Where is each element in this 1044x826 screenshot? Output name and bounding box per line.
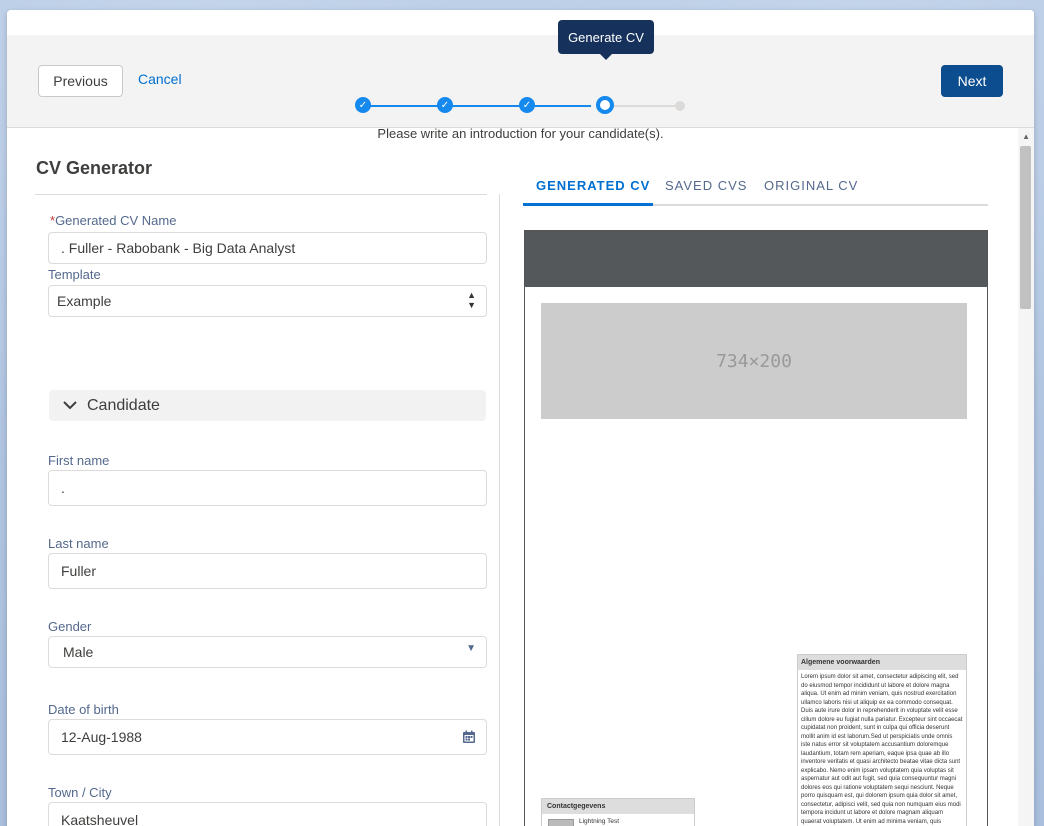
gender-select-value: Male: [63, 644, 94, 660]
calendar-icon[interactable]: [462, 730, 476, 747]
wizard-header: Previous Cancel ✓ ✓ ✓ Please write an in…: [7, 35, 1034, 141]
first-name-label: First name: [48, 453, 110, 468]
modal-top-bar: [7, 10, 1034, 35]
terms-title: Algemene voorwaarden: [798, 655, 966, 670]
cv-tabs: GENERATED CV SAVED CVS ORIGINAL CV: [523, 166, 988, 206]
scrollbar[interactable]: ▲: [1018, 128, 1034, 826]
step-4-active-icon[interactable]: [596, 96, 614, 114]
tab-original-cv[interactable]: ORIGINAL CV: [764, 178, 858, 193]
dob-value: 12-Aug-1988: [61, 729, 142, 745]
candidate-section-header[interactable]: Candidate: [49, 390, 486, 421]
template-select[interactable]: Example ▲ ▼: [48, 285, 487, 317]
town-input[interactable]: Kaatsheuvel: [48, 802, 487, 826]
template-label: Template: [48, 267, 101, 282]
preview-header-band: [525, 231, 987, 287]
gender-select[interactable]: Male ▼: [48, 636, 487, 668]
dob-label: Date of birth: [48, 702, 119, 717]
cv-generator-modal: Previous Cancel ✓ ✓ ✓ Please write an in…: [7, 10, 1034, 826]
preview-image-placeholder: 734×200: [541, 303, 967, 419]
town-label: Town / City: [48, 785, 112, 800]
terms-box: Algemene voorwaarden Lorem ipsum dolor s…: [797, 654, 967, 826]
cv-name-label-text: Generated CV Name: [55, 213, 177, 228]
contact-avatar: [548, 819, 574, 826]
cv-preview: 734×200 Algemene voorwaarden Lorem ipsum…: [524, 230, 988, 826]
progress-bar-remaining: [604, 105, 681, 107]
contact-name: Lightning Test: [579, 818, 619, 825]
first-name-input[interactable]: .: [48, 470, 487, 506]
title-divider: [35, 194, 487, 195]
step-tooltip: Generate CV: [558, 20, 654, 60]
previous-button[interactable]: Previous: [38, 65, 123, 97]
select-arrows-icon: ▲ ▼: [467, 290, 476, 310]
step-1-complete-icon[interactable]: ✓: [355, 97, 371, 113]
template-select-value: Example: [57, 293, 112, 309]
step-3-complete-icon[interactable]: ✓: [519, 97, 535, 113]
terms-text: Lorem ipsum dolor sit amet, consectetur …: [801, 674, 963, 825]
dropdown-arrow-icon: ▼: [466, 643, 476, 654]
next-button[interactable]: Next: [941, 65, 1003, 97]
step-5-incomplete-icon[interactable]: [675, 101, 685, 111]
column-divider: [499, 194, 500, 826]
active-tab-indicator: [523, 203, 653, 206]
scroll-up-icon[interactable]: ▲: [1022, 132, 1030, 141]
cv-name-label: *Generated CV Name: [50, 213, 176, 228]
last-name-input[interactable]: Fuller: [48, 553, 487, 589]
contact-box: Contactgegevens Lightning Test 010-12345…: [541, 798, 695, 826]
chevron-down-icon: [63, 398, 77, 413]
step-2-complete-icon[interactable]: ✓: [437, 97, 453, 113]
modal-body: CV Generator *Generated CV Name . Fuller…: [7, 128, 1034, 826]
gender-label: Gender: [48, 619, 92, 634]
dob-input[interactable]: 12-Aug-1988: [48, 719, 487, 755]
last-name-label: Last name: [48, 536, 109, 551]
tab-generated-cv[interactable]: GENERATED CV: [536, 178, 650, 193]
cv-name-input[interactable]: . Fuller - Rabobank - Big Data Analyst: [48, 232, 487, 264]
progress-bar-complete: [363, 105, 591, 107]
tab-saved-cvs[interactable]: SAVED CVS: [665, 178, 747, 193]
candidate-section-title: Candidate: [87, 396, 160, 414]
scrollbar-thumb[interactable]: [1020, 146, 1031, 309]
contact-title: Contactgegevens: [542, 799, 694, 814]
cancel-button[interactable]: Cancel: [138, 71, 182, 87]
page-title: CV Generator: [36, 158, 153, 178]
